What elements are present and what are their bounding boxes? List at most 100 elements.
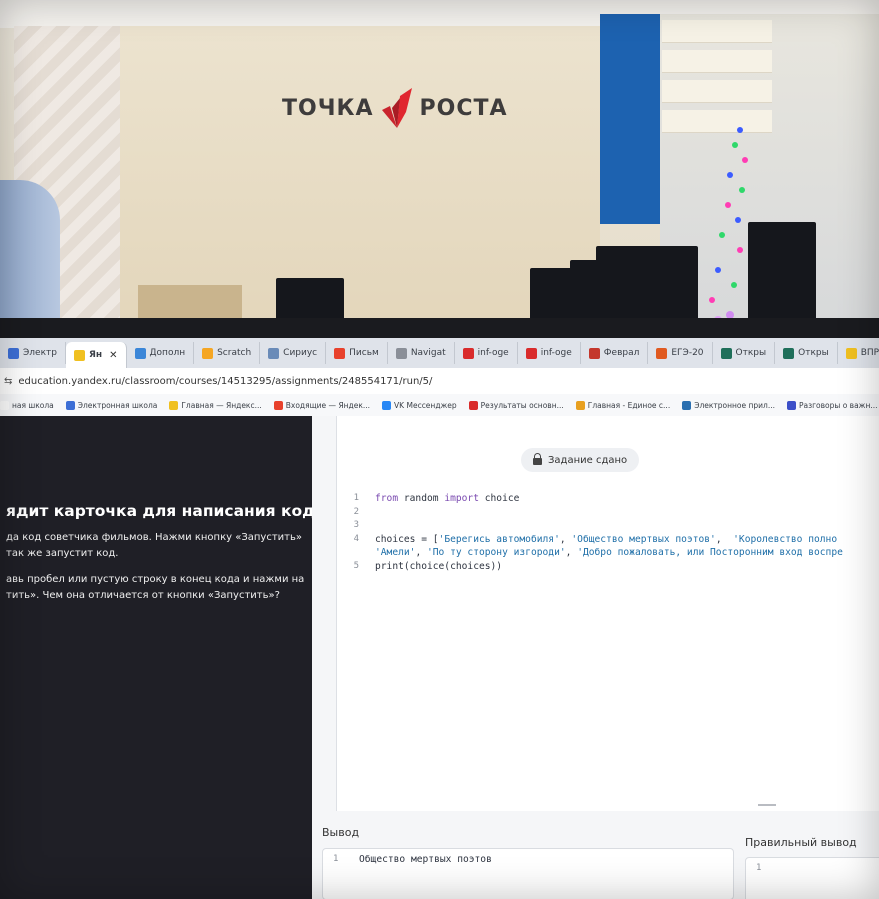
close-icon[interactable]: ✕ (109, 350, 117, 361)
bookmark-item[interactable]: Электронное прил... (682, 400, 775, 410)
address-bar[interactable]: ⇆ education.yandex.ru/classroom/courses/… (0, 368, 879, 395)
status-badge-label: Задание сдано (548, 454, 628, 466)
output-label: Вывод (322, 826, 360, 839)
inf-oge-icon (462, 347, 474, 359)
bookmark-label: ная школа (12, 400, 54, 410)
resize-handle[interactable] (758, 804, 776, 806)
window-blind (662, 80, 772, 103)
browser-tab-label: Сириус (283, 348, 318, 358)
browser-tab-label: Откры (735, 348, 767, 358)
bookmark-item[interactable]: Результаты основн... (468, 400, 564, 410)
bookmark-label: Разговоры о важн... (798, 400, 878, 410)
code-token: , (565, 547, 578, 558)
browser-tab-label: Письм (349, 348, 379, 358)
browser-tab-label: Откры (798, 348, 829, 358)
code-line[interactable]: from random import choice (375, 492, 879, 506)
classroom-background: ТОЧКА РОСТА (0, 0, 879, 360)
line-number: 1 (353, 493, 359, 503)
yandex-icon (169, 400, 179, 410)
bookmark-item[interactable]: VK Мессенджер (382, 400, 457, 410)
code-keyword: import (444, 493, 479, 504)
code-line[interactable] (375, 519, 879, 533)
code-editor[interactable]: Задание сдано 1 2 3 4 5 from random impo… (336, 416, 879, 811)
bookmark-item[interactable]: Главная — Яндекс... (169, 400, 262, 410)
browser-tab[interactable]: Откры (713, 342, 776, 364)
code-token: , (559, 533, 572, 545)
blue-pillar (600, 14, 660, 224)
browser-tab[interactable]: Navigat (388, 342, 455, 364)
browser-tab[interactable]: Дополн (127, 342, 195, 364)
gosuslugi-icon (8, 347, 19, 359)
browser-tab[interactable]: inf-oge (455, 342, 518, 364)
calendar-icon (588, 347, 600, 359)
logo-word-left: ТОЧКА (282, 95, 374, 121)
browser-tab[interactable]: ВПР-20 (838, 342, 879, 364)
browser-tab[interactable]: Сириус (260, 342, 327, 364)
bookmark-label: Результаты основн... (480, 400, 564, 410)
code-line[interactable] (375, 506, 879, 520)
browser-tab-label: inf-oge (477, 348, 509, 358)
url-text[interactable]: education.yandex.ru/classroom/courses/14… (18, 376, 432, 387)
plane-icon (134, 347, 146, 359)
browser-tab-label: Scratch (217, 348, 252, 358)
back-wall (120, 26, 600, 326)
browser-tab-label: Дополн (149, 348, 186, 358)
browser-tab-bar: Электр Ян ✕ Дополн Scratch Сириус Письм Navigat… (0, 338, 879, 368)
code-string: 'Добро пожаловать, или Посторонним вход … (577, 547, 843, 558)
code-line[interactable]: choices = ['Берегись автомобиля', 'Общес… (375, 533, 879, 547)
monitor-bezel (0, 318, 879, 340)
browser-tab[interactable]: ЕГЭ-20 (648, 342, 713, 364)
window-blind (662, 50, 772, 73)
bookmark-label: VK Мессенджер (394, 400, 457, 410)
bookmarks-bar: ная школа Электронная школа Главная — Янде… (0, 394, 879, 417)
bookmark-label: Входящие — Яндек... (285, 400, 371, 410)
bookmark-item[interactable]: Электронная школа (65, 400, 158, 410)
expected-output-line-number: 1 (756, 863, 762, 873)
line-number: 2 (353, 506, 359, 517)
browser-tab[interactable]: inf-oge (518, 342, 581, 364)
ege-icon (656, 347, 668, 359)
code-token: choices = [ (375, 533, 439, 545)
tochka-rosta-logo: ТОЧКА РОСТА (282, 88, 508, 128)
bookmark-item[interactable]: Входящие — Яндек... (273, 400, 371, 410)
browser-tab[interactable]: Откры (775, 342, 838, 364)
browser-tab[interactable]: Феврал (581, 342, 649, 364)
sirius-icon (268, 347, 280, 359)
code-line[interactable]: print(choice(choices)) (375, 560, 879, 574)
status-badge: Задание сдано (521, 448, 640, 472)
bookmark-item[interactable]: Разговоры о важн... (786, 400, 878, 410)
line-number: 4 (353, 533, 359, 544)
inf-oge-icon (525, 347, 537, 359)
browser-tab-label: Navigat (410, 348, 446, 358)
output-box: 1 Общество мертвых поэтов (322, 848, 734, 899)
browser-tab[interactable]: Письм (326, 342, 388, 364)
output-line-number: 1 (333, 854, 339, 864)
bookmark-label: Главная - Единое с... (587, 400, 671, 410)
code-token: random (398, 493, 445, 504)
browser-tab[interactable]: Электр (0, 342, 66, 364)
browser-tab[interactable]: Ян ✕ (65, 342, 127, 368)
site-info-icon[interactable]: ⇆ (4, 376, 12, 387)
browser-tab-label: Феврал (603, 348, 640, 358)
bookmark-item[interactable]: Главная - Единое с... (575, 400, 671, 410)
code-keyword: from (375, 493, 399, 504)
browser-tab-label: ЕГЭ-20 (671, 348, 704, 358)
task-text-line: да код советчика фильмов. Нажми кнопку «… (6, 532, 302, 543)
code-line-wrapped[interactable]: 'Амели', 'По ту сторону изгороди', 'Добр… (375, 546, 879, 560)
editor-pane: Задание сдано 1 2 3 4 5 from random impo… (312, 416, 879, 899)
code-string: 'Общество мертвых поэтов' (571, 533, 716, 545)
person-icon (682, 400, 692, 410)
bookmark-item[interactable]: ная школа (0, 400, 54, 410)
mail-icon (273, 400, 283, 410)
code-string: 'Королевство полно (733, 533, 838, 545)
code-string: 'Берегись автомобиля' (438, 533, 560, 545)
code-lines[interactable]: from random import choice choices = ['Бе… (375, 492, 879, 573)
rv-icon (786, 400, 796, 410)
school-icon (0, 400, 9, 410)
scratch-icon (202, 347, 214, 359)
bookmark-label: Электронная школа (77, 400, 158, 410)
line-number: 5 (353, 560, 359, 571)
window-blind (662, 20, 772, 43)
browser-tab[interactable]: Scratch (194, 342, 261, 364)
task-text-line: авь пробел или пустую строку в конец код… (6, 574, 305, 585)
